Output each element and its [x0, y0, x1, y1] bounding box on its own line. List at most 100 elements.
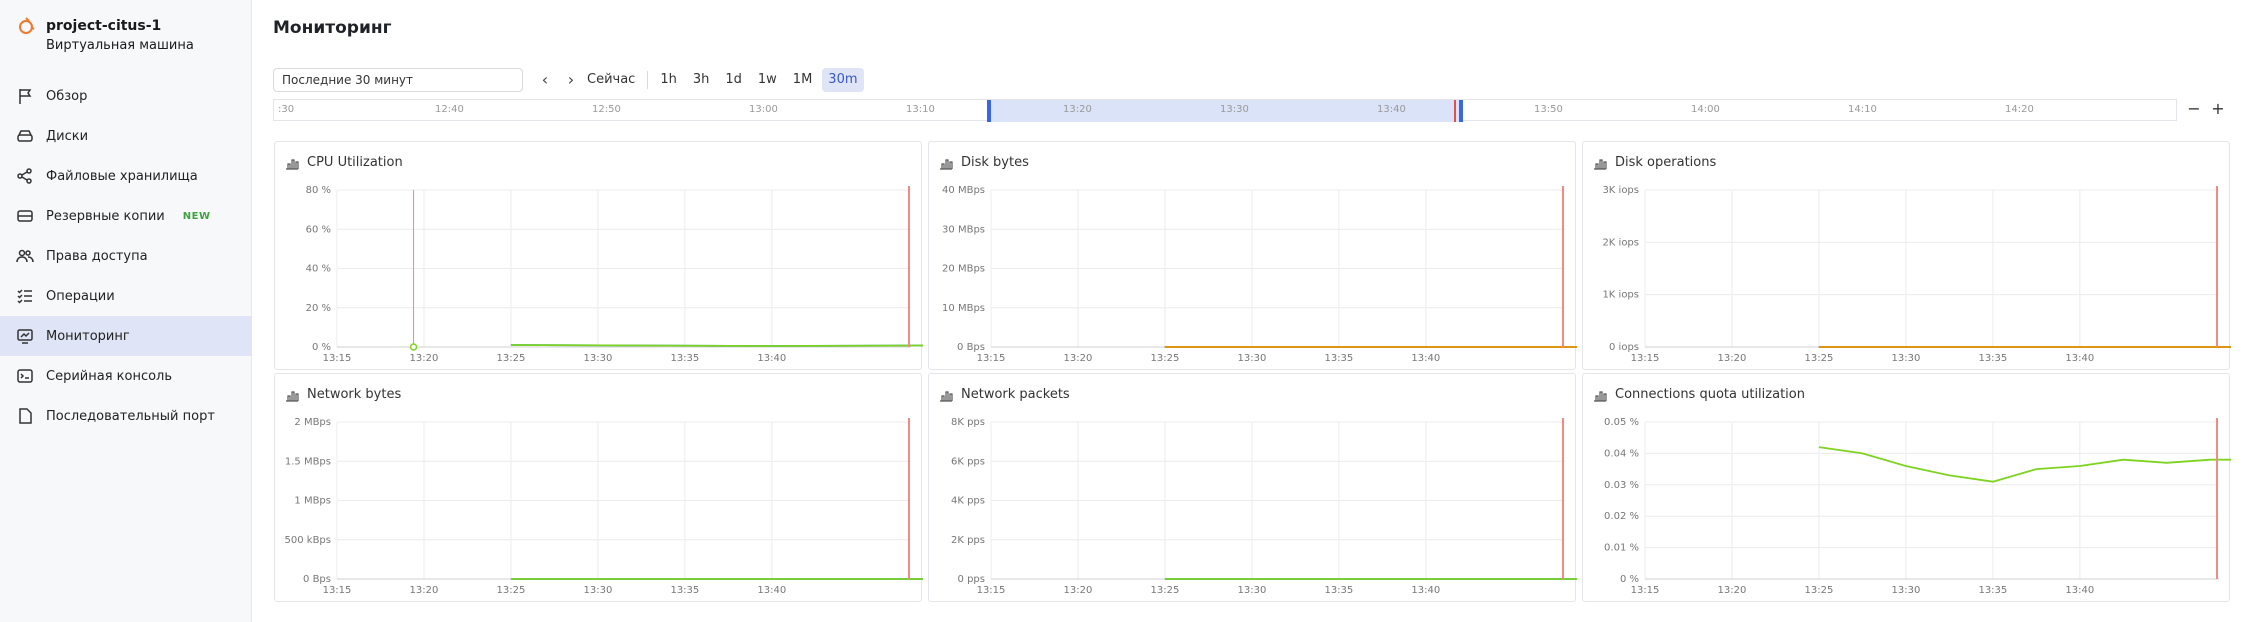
sidebar-item-3[interactable]: Резервные копии NEW — [0, 196, 252, 236]
series-line-1[interactable] — [510, 435, 923, 580]
y-tick-label: 80 % — [306, 185, 331, 196]
flag-icon — [19, 89, 32, 104]
backup-disk-icon — [17, 210, 33, 222]
preset-1w[interactable]: 1w — [752, 68, 783, 92]
sidebar-item-8[interactable]: Последовательный порт — [0, 396, 252, 436]
y-tick-label: 10 MBps — [942, 303, 985, 314]
x-tick-label: 13:25 — [1151, 585, 1180, 596]
x-tick-label: 13:35 — [1978, 353, 2007, 364]
timeline-label: 13:10 — [906, 104, 935, 115]
series-line-4[interactable] — [1164, 290, 1577, 348]
x-tick-label: 13:35 — [670, 585, 699, 596]
network-bytes-panel: Network bytes 2 MBps 1.5 MBps 1 MBps 500 kBp… — [274, 373, 923, 603]
time-range-input[interactable]: Последние 30 минут — [273, 68, 523, 92]
prev-range-button[interactable]: ‹ — [535, 68, 555, 92]
users-icon — [16, 249, 34, 263]
y-tick-label: 60 % — [306, 224, 331, 235]
project-name: project-citus-1 — [46, 18, 162, 34]
preset-30m[interactable]: 30m — [822, 68, 864, 92]
series-line-1[interactable] — [1164, 210, 1577, 348]
y-tick-label: 0 Bps — [303, 574, 331, 585]
series-line-0[interactable] — [1818, 431, 2231, 483]
x-tick-label: 13:40 — [757, 585, 786, 596]
timeline[interactable]: :30 12:40 12:50 13:00 13:10 13:20 13:30 13:40 13… — [273, 99, 2229, 122]
timeline-track[interactable]: :30 12:40 12:50 13:00 13:10 13:20 13:30 13:40 13… — [273, 99, 2177, 122]
time-toolbar: Последние 30 минут ‹ › Сейчас 1h 3h 1d 1w 1M… — [273, 68, 864, 92]
y-tick-label: 4K pps — [951, 496, 985, 507]
line-chart[interactable]: 0.05 % 0.04 % 0.03 % 0.02 % 0.01 % 0 %13:15 13… — [1583, 374, 2231, 603]
y-tick-label: 20 % — [306, 303, 331, 314]
preset-group: 1h 3h 1d 1w 1M 30m — [654, 68, 864, 92]
series-line-0[interactable] — [510, 202, 923, 347]
toolbar-divider — [647, 71, 649, 89]
x-tick-label: 13:15 — [1631, 585, 1660, 596]
preset-3h[interactable]: 3h — [687, 68, 716, 92]
page-title: Мониторинг — [273, 18, 392, 38]
x-tick-label: 13:15 — [1631, 353, 1660, 364]
zoom-in-button[interactable]: + — [2207, 99, 2229, 121]
preset-1M[interactable]: 1M — [787, 68, 819, 92]
timeline-handle-left[interactable] — [987, 100, 991, 122]
series-line-0[interactable] — [1164, 448, 1577, 580]
project-header[interactable]: project-citus-1 Виртуальная машина — [16, 16, 194, 56]
sidebar-item-1[interactable]: Диски — [0, 116, 252, 156]
line-chart[interactable]: 80 % 60 % 40 % 20 % 0 %13:15 13:20 13:25 13:30 1… — [275, 142, 923, 371]
sidebar-item-6[interactable]: Мониторинг — [0, 316, 252, 356]
series-line-2[interactable] — [1164, 218, 1577, 348]
x-tick-label: 13:35 — [1324, 353, 1353, 364]
x-tick-label: 13:35 — [1324, 585, 1353, 596]
sidebar-item-label: Резервные копии — [46, 208, 165, 224]
timeline-label: 13:50 — [1534, 104, 1563, 115]
y-tick-label: 0 Bps — [957, 342, 985, 353]
next-range-button[interactable]: › — [561, 68, 581, 92]
now-button[interactable]: Сейчас — [581, 68, 641, 92]
x-tick-label: 13:30 — [1237, 585, 1266, 596]
series-line-1[interactable] — [1164, 432, 1577, 580]
x-tick-label: 13:40 — [757, 353, 786, 364]
x-tick-label: 13:30 — [583, 585, 612, 596]
disk-bytes-panel: Disk bytes 40 MBps 30 MBps 20 MBps 10 MBps 0 … — [928, 141, 1577, 371]
sidebar-item-label: Файловые хранилища — [46, 168, 198, 184]
sidebar-item-label: Обзор — [46, 88, 88, 104]
y-tick-label: 8K pps — [951, 417, 985, 428]
line-chart[interactable]: 2 MBps 1.5 MBps 1 MBps 500 kBps 0 Bps13:15 13… — [275, 374, 923, 603]
y-tick-label: 1 MBps — [294, 496, 331, 507]
y-tick-label: 2 MBps — [294, 417, 331, 428]
sidebar-item-4[interactable]: Права доступа — [0, 236, 252, 276]
preset-1d[interactable]: 1d — [719, 68, 748, 92]
line-chart[interactable]: 8K pps 6K pps 4K pps 2K pps 0 pps13:15 13:20 1… — [929, 374, 1577, 603]
file-icon — [19, 408, 32, 424]
x-tick-label: 13:25 — [1805, 353, 1834, 364]
series-line-0[interactable] — [1818, 219, 2231, 348]
x-tick-label: 13:15 — [323, 585, 352, 596]
line-chart[interactable]: 40 MBps 30 MBps 20 MBps 10 MBps 0 Bps13:15 13… — [929, 142, 1577, 371]
x-tick-label: 13:40 — [1411, 585, 1440, 596]
line-chart[interactable]: 3K iops 2K iops 1K iops 0 iops13:15 13:20 13:… — [1583, 142, 2231, 371]
y-tick-label: 40 % — [306, 264, 331, 275]
sidebar-item-label: Последовательный порт — [46, 408, 215, 424]
sidebar-item-5[interactable]: Операции — [0, 276, 252, 316]
timeline-label: 13:00 — [749, 104, 778, 115]
sidebar: project-citus-1 Виртуальная машина Обзор… — [0, 0, 252, 622]
new-badge: NEW — [182, 210, 211, 222]
sidebar-item-label: Мониторинг — [46, 328, 130, 344]
sidebar-item-2[interactable]: Файловые хранилища — [0, 156, 252, 196]
y-tick-label: 0.02 % — [1604, 511, 1639, 522]
timeline-label: 13:30 — [1220, 104, 1249, 115]
preset-1h[interactable]: 1h — [654, 68, 683, 92]
timeline-handle-right[interactable] — [1459, 100, 1463, 122]
x-tick-label: 13:20 — [410, 585, 439, 596]
series-line-3[interactable] — [1164, 288, 1577, 348]
timeline-label: :30 — [278, 104, 295, 115]
series-line-0[interactable] — [510, 508, 923, 580]
series-line-2[interactable] — [1818, 250, 2231, 348]
zoom-out-button[interactable]: − — [2183, 99, 2205, 121]
y-tick-label: 40 MBps — [942, 185, 985, 196]
x-tick-label: 13:30 — [1237, 353, 1266, 364]
series-line-1[interactable] — [510, 198, 923, 347]
series-line-3[interactable] — [1818, 253, 2231, 348]
y-tick-label: 2K iops — [1602, 237, 1639, 248]
sidebar-item-0[interactable]: Обзор — [0, 76, 252, 116]
sidebar-item-7[interactable]: Серийная консоль — [0, 356, 252, 396]
timeline-label: 14:00 — [1691, 104, 1720, 115]
